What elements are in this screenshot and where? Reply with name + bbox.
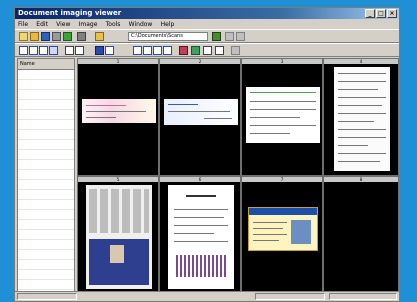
list-item[interactable] [18, 180, 74, 190]
thumbnail-icon[interactable] [95, 46, 104, 55]
path-input[interactable]: C:\Documents\Scans [128, 32, 208, 41]
list-item[interactable] [18, 140, 74, 150]
list-item[interactable] [18, 170, 74, 180]
list-item[interactable] [18, 270, 74, 280]
window-title: Document imaging viewer [18, 9, 122, 17]
layout-icon[interactable] [105, 46, 114, 55]
status-middle [255, 293, 325, 300]
help-icon[interactable] [63, 32, 72, 41]
main-toolbar: C:\Documents\Scans [15, 29, 399, 43]
status-bar [15, 291, 399, 301]
export-icon[interactable] [231, 46, 240, 55]
id-card-icon [248, 207, 318, 251]
list-item[interactable] [18, 120, 74, 130]
thumbnail-cell[interactable]: 1 [77, 58, 159, 176]
list-item[interactable] [18, 280, 74, 290]
crop-icon[interactable] [153, 46, 162, 55]
prev-page-icon[interactable] [65, 46, 74, 55]
check-document-icon [164, 99, 238, 125]
list-item[interactable] [18, 230, 74, 240]
thumbnail-cell[interactable]: 2 [159, 58, 241, 176]
list-item[interactable] [18, 80, 74, 90]
thumbnail-cell[interactable]: 5 [77, 176, 159, 293]
filter-icon[interactable] [215, 46, 224, 55]
list-item[interactable] [18, 100, 74, 110]
minimize-icon[interactable]: _ [365, 9, 375, 18]
file-list-header[interactable]: Name [18, 59, 74, 70]
menu-bar: File Edit View Image Tools Window Help [15, 19, 399, 29]
thumbnail-cell[interactable]: 8 [323, 176, 399, 293]
list-item[interactable] [18, 210, 74, 220]
thumbnail-cell[interactable]: 7 [241, 176, 323, 293]
scan-icon[interactable] [77, 32, 86, 41]
rotate-icon[interactable] [49, 46, 58, 55]
select-icon[interactable] [143, 46, 152, 55]
file-list-pane[interactable]: Name [17, 58, 75, 293]
list-item[interactable] [18, 150, 74, 160]
thumbnail-cell[interactable]: 6 [159, 176, 241, 293]
list-item[interactable] [18, 260, 74, 270]
list-item[interactable] [18, 220, 74, 230]
next-page-icon[interactable] [75, 46, 84, 55]
list-item[interactable] [18, 110, 74, 120]
list-item[interactable] [18, 190, 74, 200]
status-left [17, 293, 77, 300]
thumbnail-caption: 6 [160, 177, 240, 182]
thumbnail-caption: 3 [242, 59, 322, 64]
settings-icon[interactable] [163, 46, 172, 55]
zoom-out-icon[interactable] [29, 46, 38, 55]
folder-icon[interactable] [95, 32, 104, 41]
list-item[interactable] [18, 130, 74, 140]
back-icon[interactable] [225, 32, 234, 41]
list-item[interactable] [18, 70, 74, 80]
list-item[interactable] [18, 200, 74, 210]
thumbnail-cell[interactable]: 3 [241, 58, 323, 176]
thumbnail-caption: 2 [160, 59, 240, 64]
forward-icon[interactable] [236, 32, 245, 41]
grid-icon[interactable] [133, 46, 142, 55]
new-icon[interactable] [19, 32, 28, 41]
list-item[interactable] [18, 160, 74, 170]
newspaper-document-icon [86, 185, 152, 289]
app-window: Document imaging viewer _ □ × File Edit … [14, 7, 400, 302]
open-icon[interactable] [30, 32, 39, 41]
adjust-icon[interactable] [203, 46, 212, 55]
path-text: C:\Documents\Scans [131, 33, 183, 39]
thumbnail-caption: 7 [242, 177, 322, 182]
thumbnail-caption: 4 [324, 59, 398, 64]
info-icon[interactable] [179, 46, 188, 55]
view-toolbar [15, 43, 399, 57]
save-icon[interactable] [41, 32, 50, 41]
thumbnail-cell[interactable]: 4 [323, 58, 399, 176]
text-document-icon [334, 67, 390, 171]
check-document-icon [82, 99, 156, 123]
thumbnail-caption: 5 [78, 177, 158, 182]
fit-icon[interactable] [39, 46, 48, 55]
list-item[interactable] [18, 240, 74, 250]
maximize-icon[interactable]: □ [376, 9, 386, 18]
close-icon[interactable]: × [387, 9, 397, 18]
title-bar: Document imaging viewer _ □ × [15, 8, 399, 19]
list-item[interactable] [18, 90, 74, 100]
go-icon[interactable] [212, 32, 221, 41]
form-document-icon [246, 87, 320, 143]
zoom-in-icon[interactable] [19, 46, 28, 55]
thumbnail-caption: 1 [78, 59, 158, 64]
list-item[interactable] [18, 250, 74, 260]
print-icon[interactable] [52, 32, 61, 41]
thumbnail-caption: 8 [324, 177, 398, 182]
thumbnail-grid: 1 2 3 4 5 6 7 8 [77, 58, 399, 293]
letter-document-icon [168, 185, 234, 289]
color-icon[interactable] [191, 46, 200, 55]
status-right [329, 293, 397, 300]
